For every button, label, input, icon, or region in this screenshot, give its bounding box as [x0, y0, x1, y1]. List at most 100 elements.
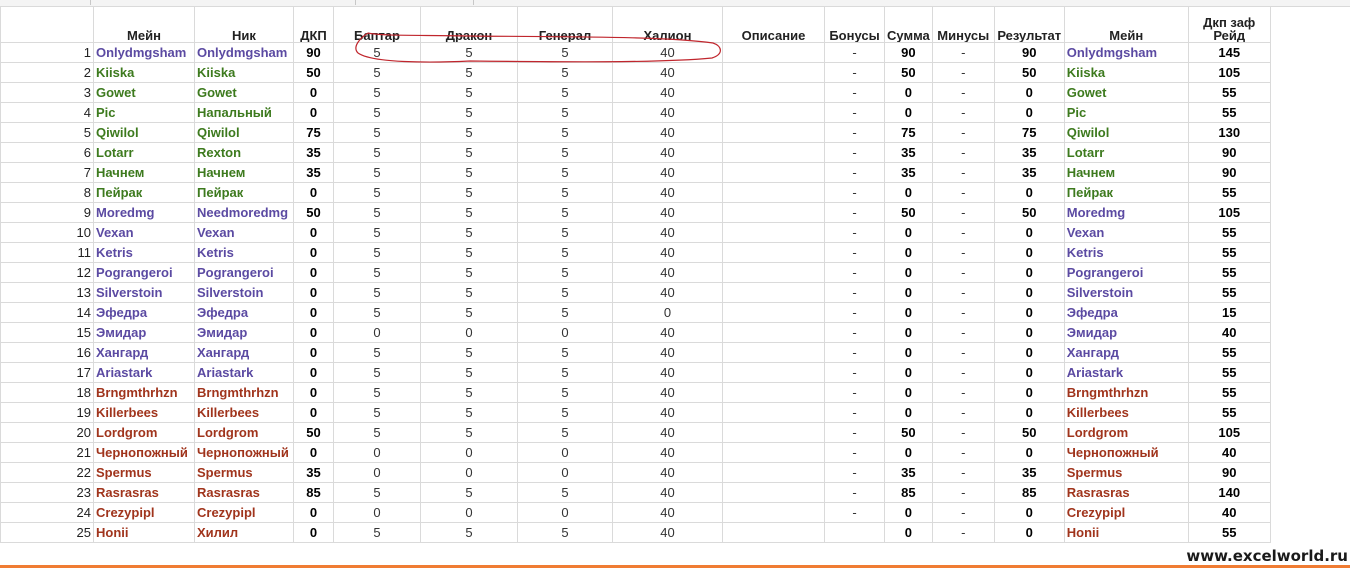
- cell-main-2[interactable]: Эмидар: [1063, 322, 1189, 343]
- cell-dkp-zaf-reid[interactable]: 40: [1187, 322, 1271, 343]
- cell-drakon[interactable]: 5: [420, 202, 518, 223]
- cell-minusy[interactable]: -: [931, 482, 995, 503]
- cell-nick[interactable]: Needmoredmg: [194, 202, 294, 223]
- cell-general[interactable]: 0: [517, 502, 613, 523]
- cell-main-2[interactable]: Killerbees: [1063, 402, 1189, 423]
- cell-drakon[interactable]: 5: [420, 522, 518, 543]
- header-baptar[interactable]: Баптар: [333, 6, 421, 43]
- cell-summa[interactable]: 0: [884, 442, 933, 463]
- header-halion[interactable]: Халион: [612, 6, 723, 43]
- cell-general[interactable]: 5: [517, 162, 613, 183]
- cell-opisanie[interactable]: [722, 62, 825, 83]
- cell-bonusy[interactable]: -: [824, 462, 885, 483]
- cell-nick[interactable]: Rexton: [194, 142, 294, 163]
- cell-opisanie[interactable]: [722, 322, 825, 343]
- row-number[interactable]: 16: [0, 342, 94, 363]
- cell-main[interactable]: Эфедра: [93, 302, 195, 323]
- cell-halion[interactable]: 40: [612, 182, 723, 203]
- cell-halion[interactable]: 40: [612, 82, 723, 103]
- row-number[interactable]: 6: [0, 142, 94, 163]
- cell-drakon[interactable]: 5: [420, 62, 518, 83]
- cell-nick[interactable]: Пейрак: [194, 182, 294, 203]
- cell-drakon[interactable]: 0: [420, 322, 518, 343]
- cell-drakon[interactable]: 5: [420, 422, 518, 443]
- cell-dkp[interactable]: 90: [293, 42, 334, 63]
- cell-dkp[interactable]: 35: [293, 162, 334, 183]
- cell-bonusy[interactable]: -: [824, 162, 885, 183]
- cell-rezultat[interactable]: 0: [993, 502, 1065, 523]
- cell-dkp-zaf-reid[interactable]: 55: [1187, 82, 1271, 103]
- cell-main-2[interactable]: Pic: [1063, 102, 1189, 123]
- cell-halion[interactable]: 40: [612, 342, 723, 363]
- cell-nick[interactable]: Ariastark: [194, 362, 294, 383]
- cell-bonusy[interactable]: -: [824, 342, 885, 363]
- cell-opisanie[interactable]: [722, 462, 825, 483]
- cell-bonusy[interactable]: -: [824, 442, 885, 463]
- cell-main-2[interactable]: Пейрак: [1063, 182, 1189, 203]
- cell-main-2[interactable]: Чернопожный: [1063, 442, 1189, 463]
- cell-summa[interactable]: 35: [884, 142, 933, 163]
- cell-dkp-zaf-reid[interactable]: 55: [1187, 382, 1271, 403]
- cell-general[interactable]: 5: [517, 142, 613, 163]
- cell-dkp-zaf-reid[interactable]: 40: [1187, 502, 1271, 523]
- cell-dkp[interactable]: 0: [293, 502, 334, 523]
- cell-main[interactable]: Honii: [93, 522, 195, 543]
- cell-drakon[interactable]: 5: [420, 262, 518, 283]
- cell-summa[interactable]: 85: [884, 482, 933, 503]
- cell-rezultat[interactable]: 0: [993, 402, 1065, 423]
- header-rezultat[interactable]: Результат: [993, 6, 1065, 43]
- cell-baptar[interactable]: 5: [333, 222, 421, 243]
- cell-general[interactable]: 5: [517, 342, 613, 363]
- cell-rezultat[interactable]: 0: [993, 342, 1065, 363]
- cell-summa[interactable]: 0: [884, 302, 933, 323]
- cell-main[interactable]: Gowet: [93, 82, 195, 103]
- cell-main-2[interactable]: Rasrasras: [1063, 482, 1189, 503]
- cell-summa[interactable]: 35: [884, 162, 933, 183]
- cell-dkp-zaf-reid[interactable]: 90: [1187, 162, 1271, 183]
- cell-minusy[interactable]: -: [931, 162, 995, 183]
- cell-baptar[interactable]: 5: [333, 362, 421, 383]
- row-number[interactable]: 8: [0, 182, 94, 203]
- cell-main[interactable]: Pic: [93, 102, 195, 123]
- cell-nick[interactable]: Vexan: [194, 222, 294, 243]
- cell-general[interactable]: 5: [517, 422, 613, 443]
- cell-dkp-zaf-reid[interactable]: 55: [1187, 282, 1271, 303]
- cell-dkp[interactable]: 0: [293, 242, 334, 263]
- cell-rezultat[interactable]: 0: [993, 522, 1065, 543]
- cell-general[interactable]: 5: [517, 282, 613, 303]
- cell-minusy[interactable]: -: [931, 62, 995, 83]
- cell-dkp[interactable]: 0: [293, 302, 334, 323]
- row-number[interactable]: 21: [0, 442, 94, 463]
- cell-general[interactable]: 5: [517, 42, 613, 63]
- cell-drakon[interactable]: 0: [420, 462, 518, 483]
- cell-dkp[interactable]: 0: [293, 342, 334, 363]
- cell-drakon[interactable]: 5: [420, 122, 518, 143]
- cell-main-2[interactable]: Onlydmgsham: [1063, 42, 1189, 63]
- row-number[interactable]: 5: [0, 122, 94, 143]
- cell-drakon[interactable]: 5: [420, 82, 518, 103]
- row-number[interactable]: 13: [0, 282, 94, 303]
- cell-bonusy[interactable]: -: [824, 502, 885, 523]
- cell-minusy[interactable]: -: [931, 302, 995, 323]
- cell-main[interactable]: Lordgrom: [93, 422, 195, 443]
- cell-halion[interactable]: 40: [612, 522, 723, 543]
- cell-halion[interactable]: 40: [612, 122, 723, 143]
- cell-dkp[interactable]: 0: [293, 442, 334, 463]
- cell-baptar[interactable]: 0: [333, 502, 421, 523]
- cell-bonusy[interactable]: -: [824, 482, 885, 503]
- row-number[interactable]: 1: [0, 42, 94, 63]
- cell-baptar[interactable]: 5: [333, 342, 421, 363]
- cell-halion[interactable]: 40: [612, 322, 723, 343]
- cell-main-2[interactable]: Эфедра: [1063, 302, 1189, 323]
- cell-halion[interactable]: 40: [612, 262, 723, 283]
- cell-dkp[interactable]: 0: [293, 82, 334, 103]
- cell-rezultat[interactable]: 85: [993, 482, 1065, 503]
- cell-minusy[interactable]: -: [931, 322, 995, 343]
- cell-opisanie[interactable]: [722, 202, 825, 223]
- cell-halion[interactable]: 40: [612, 142, 723, 163]
- row-number[interactable]: 23: [0, 482, 94, 503]
- cell-rezultat[interactable]: 0: [993, 382, 1065, 403]
- cell-bonusy[interactable]: -: [824, 242, 885, 263]
- cell-general[interactable]: 5: [517, 122, 613, 143]
- cell-summa[interactable]: 35: [884, 462, 933, 483]
